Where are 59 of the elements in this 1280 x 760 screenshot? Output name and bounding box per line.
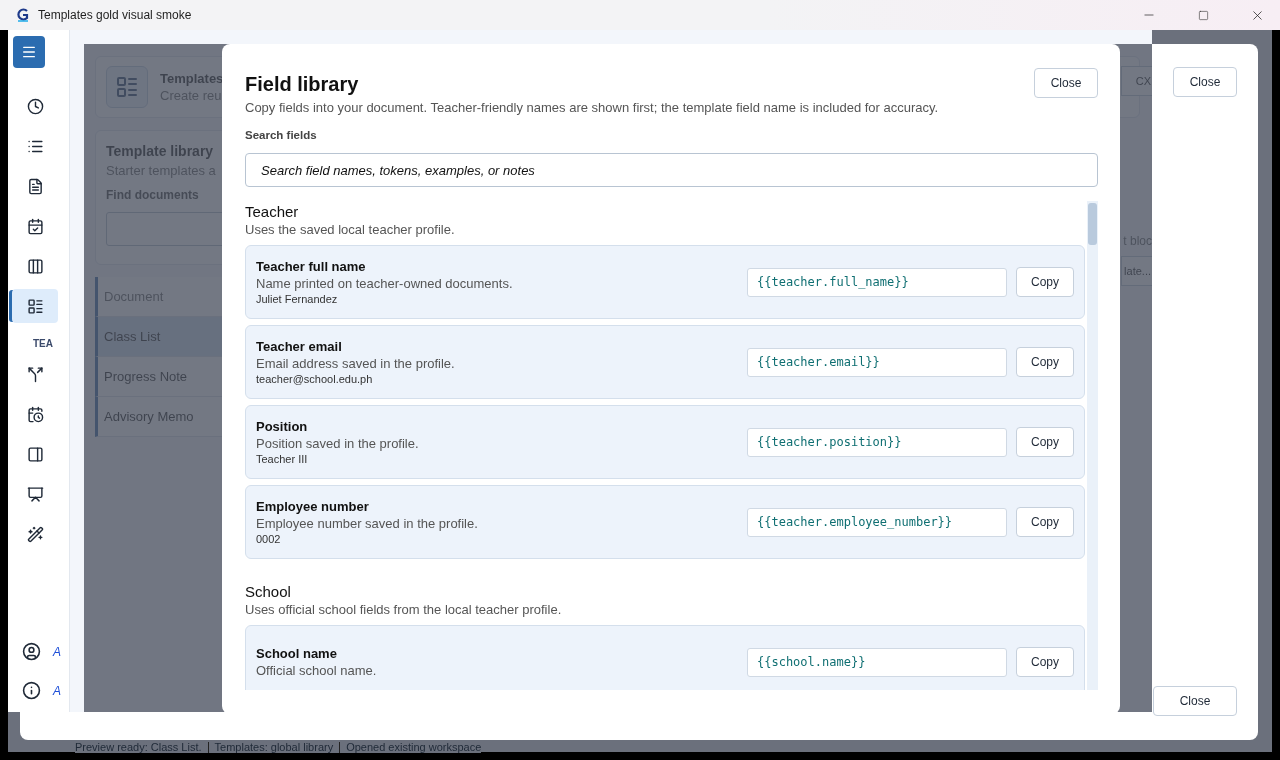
layout-list-icon bbox=[26, 297, 44, 315]
group-title: Teacher bbox=[245, 203, 300, 220]
field-description: Position saved in the profile. bbox=[256, 436, 419, 451]
nav-label[interactable]: A bbox=[53, 683, 61, 698]
nav-label[interactable]: A bbox=[53, 644, 61, 659]
field-name: School name bbox=[256, 646, 337, 661]
copy-button[interactable]: Copy bbox=[1016, 507, 1074, 537]
maximize-icon bbox=[1197, 9, 1209, 21]
close-button[interactable]: Close bbox=[1173, 67, 1237, 97]
token-field[interactable]: {{school.name}} bbox=[747, 647, 1007, 677]
token-field[interactable]: {{teacher.position}} bbox=[747, 427, 1007, 457]
menu-icon bbox=[21, 44, 37, 60]
nav-item[interactable] bbox=[12, 289, 58, 323]
token-field[interactable]: {{teacher.employee_number}} bbox=[747, 507, 1007, 537]
field-example: 0002 bbox=[256, 533, 281, 545]
copy-button[interactable]: Copy bbox=[1016, 267, 1074, 297]
field-example: Teacher III bbox=[256, 453, 308, 465]
group-description: Uses the saved local teacher profile. bbox=[245, 222, 456, 237]
app-logo-icon bbox=[16, 8, 30, 22]
menu-button[interactable] bbox=[13, 36, 45, 68]
field-name: Position bbox=[256, 419, 308, 434]
search-field[interactable]: Search field names, tokens, examples, or notes bbox=[245, 153, 1098, 187]
document-icon bbox=[26, 177, 44, 195]
copy-button[interactable]: Copy bbox=[1016, 347, 1074, 377]
dialog-subtitle: Copy fields into your document. Teacher-friendly names are shown first; the template field name is included for accuracy. bbox=[245, 100, 940, 115]
group-title: School bbox=[245, 583, 292, 600]
close-button[interactable]: Close bbox=[1034, 68, 1098, 98]
split-icon bbox=[26, 365, 44, 383]
calendar-clock-icon bbox=[26, 405, 44, 423]
clock-icon bbox=[26, 97, 44, 115]
calendar-check-icon bbox=[26, 217, 44, 235]
dialog-title: Field library bbox=[245, 73, 359, 96]
window-title: Templates gold visual smoke bbox=[38, 8, 193, 22]
user-circle-icon[interactable] bbox=[22, 642, 41, 661]
copy-button[interactable]: Copy bbox=[1016, 427, 1074, 457]
copy-button[interactable]: Copy bbox=[1016, 647, 1074, 677]
field-description: Email address saved in the profile. bbox=[256, 356, 455, 371]
close-button[interactable]: Close bbox=[1153, 686, 1237, 716]
field-name: Teacher full name bbox=[256, 259, 366, 274]
status-text: Preview ready: Class List. bbox=[75, 741, 202, 753]
token-field[interactable]: {{teacher.full_name}} bbox=[747, 267, 1007, 297]
scrollbar[interactable] bbox=[1087, 201, 1098, 690]
field-description: Official school name. bbox=[256, 663, 377, 678]
wand-icon bbox=[26, 525, 44, 543]
field-name: Employee number bbox=[256, 499, 369, 514]
nav-section-label: TEA bbox=[33, 338, 54, 350]
presentation-icon bbox=[26, 485, 44, 503]
field-name: Teacher email bbox=[256, 339, 342, 354]
group-description: Uses official school fields from the local teacher profile. bbox=[245, 602, 563, 617]
search-label: Search fields bbox=[245, 129, 318, 141]
status-text: Opened existing workspace bbox=[346, 741, 482, 753]
info-icon[interactable] bbox=[22, 681, 41, 700]
token-field[interactable]: {{teacher.email}} bbox=[747, 347, 1007, 377]
field-description: Employee number saved in the profile. bbox=[256, 516, 478, 531]
panel-icon bbox=[26, 445, 44, 463]
status-text: Templates: global library bbox=[214, 741, 334, 753]
field-example: Juliet Fernandez bbox=[256, 293, 338, 305]
columns-icon bbox=[26, 257, 44, 275]
field-example: teacher@school.edu.ph bbox=[256, 373, 373, 385]
